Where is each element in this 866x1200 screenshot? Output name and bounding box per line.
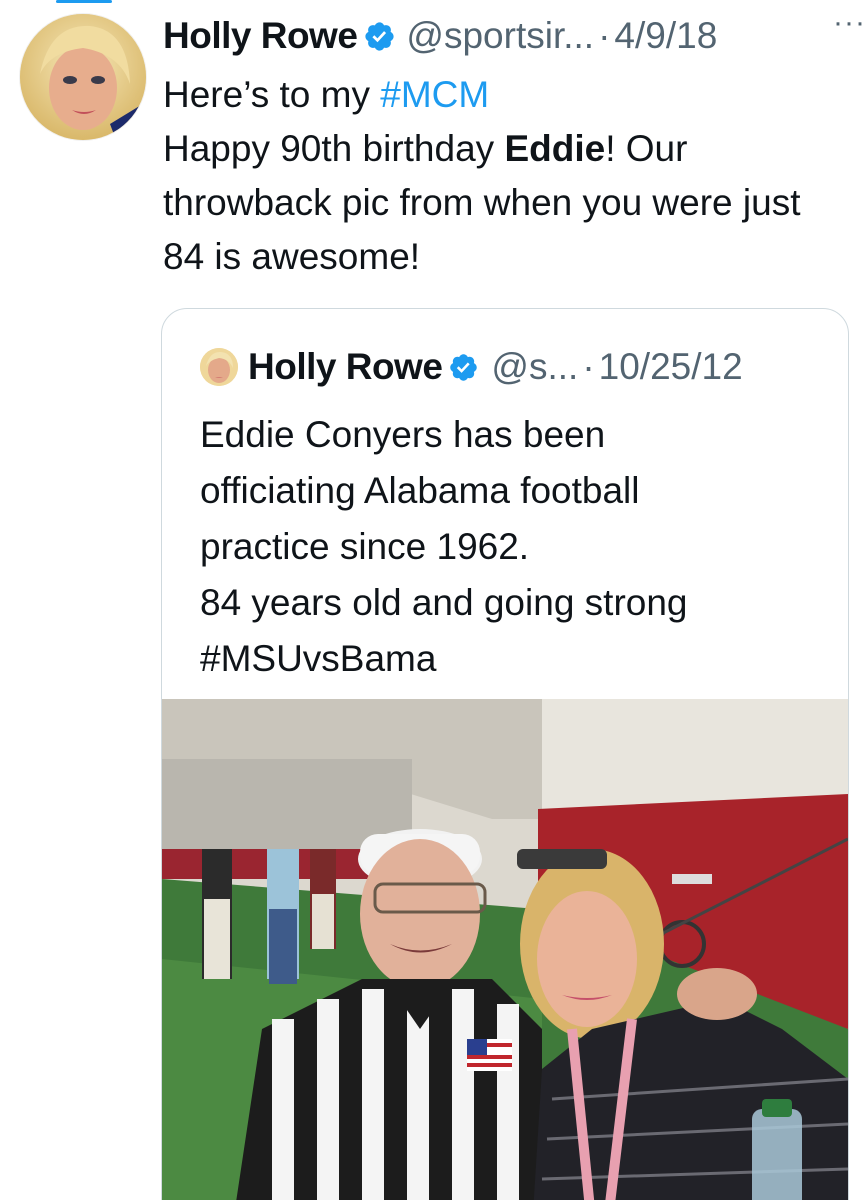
quoted-text-line: Eddie Conyers has been <box>200 414 606 455</box>
hashtag-link[interactable]: #MCM <box>380 74 489 115</box>
author-name[interactable]: Holly Rowe <box>163 12 358 60</box>
quoted-text-line: 84 years old and going strong <box>200 582 688 623</box>
top-indicator <box>56 0 112 3</box>
quoted-tweet-text: Eddie Conyers has been officiating Alaba… <box>200 407 820 687</box>
tweet-text: Here’s to my #MCM Happy 90th birthday Ed… <box>163 68 843 284</box>
quoted-tweet-header: Holly Rowe @s... · 10/25/12 <box>200 345 743 389</box>
quoted-author-name: Holly Rowe <box>248 346 443 387</box>
separator-dot: · <box>598 15 611 56</box>
tweet-header: Holly Rowe @sportsir... · 4/9/18 <box>163 12 846 60</box>
tweet-text-name: Eddie <box>504 128 606 169</box>
quoted-tweet-date: 10/25/12 <box>598 346 743 387</box>
more-options-icon[interactable]: ··· <box>833 6 866 40</box>
verified-badge-icon <box>365 21 395 51</box>
author-avatar[interactable] <box>20 14 146 140</box>
tweet-text-birthday: Happy 90th birthday <box>163 128 505 169</box>
quoted-avatar-image <box>200 348 238 386</box>
tweet-view: Holly Rowe @sportsir... · 4/9/18 ··· Her… <box>0 0 866 1200</box>
tweet-photo[interactable] <box>162 699 848 1200</box>
quoted-text-line: practice since 1962. <box>200 526 530 567</box>
quoted-tweet-card[interactable]: Holly Rowe @s... · 10/25/12 Eddie Conyer… <box>161 308 849 1200</box>
tweet-date[interactable]: 4/9/18 <box>614 12 717 60</box>
quoted-author-handle: @s... <box>491 346 579 387</box>
avatar-image <box>20 14 146 140</box>
separator-dot: · <box>582 346 595 387</box>
tweet-text-prefix: Here’s to my <box>163 74 381 115</box>
quoted-text-line: officiating Alabama football <box>200 470 640 511</box>
quoted-hashtag: #MSUvsBama <box>200 638 437 679</box>
photo-image <box>162 699 848 1200</box>
quoted-author-avatar <box>200 348 238 386</box>
author-handle[interactable]: @sportsir... <box>406 12 594 60</box>
verified-badge-icon <box>450 353 478 381</box>
